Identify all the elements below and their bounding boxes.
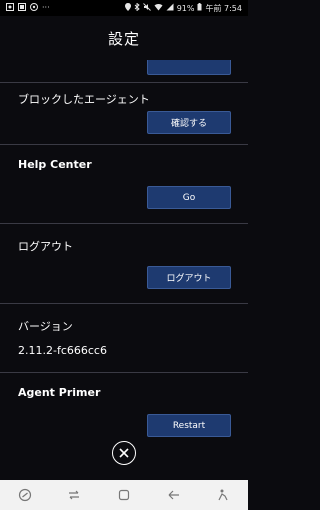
divider xyxy=(0,303,248,304)
divider xyxy=(0,82,248,83)
wifi-icon xyxy=(154,3,163,13)
status-time: 午前 7:54 xyxy=(205,3,242,13)
help-center-go-button[interactable]: Go xyxy=(147,186,231,209)
page-title: 設定 xyxy=(107,29,140,48)
settings-list[interactable]: ブロックしたエージェント 確認する Help Center Go ログアウト ロ… xyxy=(0,60,248,480)
notification-icon xyxy=(30,3,38,13)
help-center-label: Help Center xyxy=(18,158,92,171)
version-value: 2.11.2-fc666cc6 xyxy=(18,344,107,357)
close-icon xyxy=(119,448,129,458)
blocked-agents-label: ブロックしたエージェント xyxy=(18,93,150,106)
app-header: 設定 xyxy=(0,16,248,60)
recent-apps-icon[interactable] xyxy=(64,485,84,505)
home-icon[interactable] xyxy=(114,485,134,505)
agent-primer-restart-button[interactable]: Restart xyxy=(147,414,231,437)
more-dots-icon: ··· xyxy=(42,3,50,12)
status-left-icons: ··· xyxy=(6,3,50,13)
accessibility-icon[interactable] xyxy=(213,485,233,505)
assistant-icon[interactable] xyxy=(15,485,35,505)
battery-icon xyxy=(197,3,202,13)
mute-icon xyxy=(142,3,151,13)
agent-primer-label: Agent Primer xyxy=(18,386,101,399)
version-label: バージョン xyxy=(18,320,73,333)
back-icon[interactable] xyxy=(164,485,184,505)
divider xyxy=(0,372,248,373)
cast-icon xyxy=(18,3,26,13)
bluetooth-icon xyxy=(134,2,140,13)
status-right-icons: 91% 午前 7:54 xyxy=(124,2,242,14)
status-bar: ··· 91% 午前 7:54 xyxy=(0,0,248,16)
battery-percent: 91% xyxy=(176,3,195,13)
image-icon xyxy=(6,3,14,13)
close-button[interactable] xyxy=(112,441,136,465)
signal-icon xyxy=(166,3,174,13)
location-icon xyxy=(124,3,131,13)
navigation-bar xyxy=(0,480,248,510)
logout-label: ログアウト xyxy=(18,240,73,253)
partial-top-button[interactable] xyxy=(147,60,231,75)
divider xyxy=(0,223,248,224)
logout-button[interactable]: ログアウト xyxy=(147,266,231,289)
divider xyxy=(0,144,248,145)
confirm-blocked-agents-button[interactable]: 確認する xyxy=(147,111,231,134)
